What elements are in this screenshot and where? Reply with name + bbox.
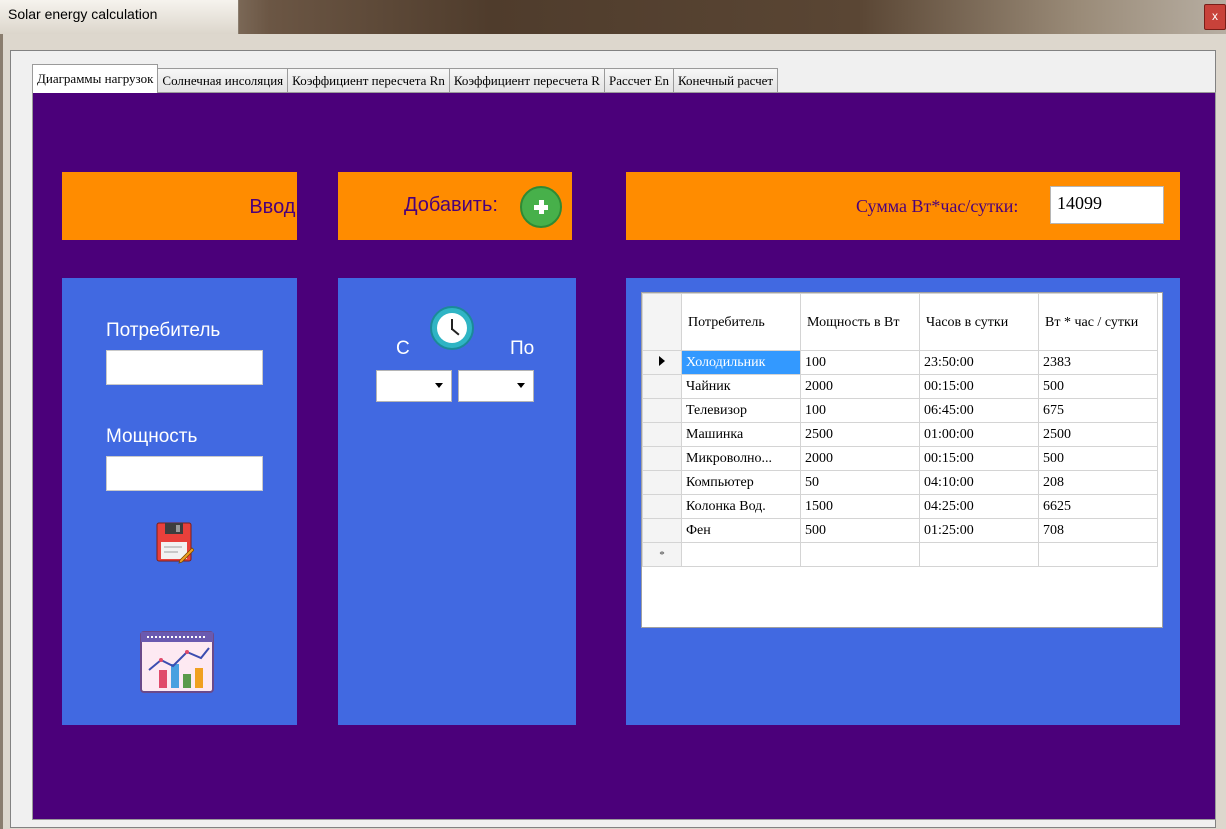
chart-report-icon[interactable] [139,630,215,694]
summary-value-field[interactable]: 14099 [1050,186,1164,224]
new-row-marker: * [642,542,682,567]
grid-cell[interactable]: 2000 [800,446,920,471]
grid-cell[interactable] [1038,542,1158,567]
grid-cell[interactable]: 2500 [1038,422,1158,447]
column-header-hours[interactable]: Часов в сутки [919,293,1039,351]
grid-cell[interactable]: 100 [800,398,920,423]
row-header[interactable] [642,374,682,399]
row-header[interactable] [642,446,682,471]
clock-icon [430,306,474,350]
row-header[interactable] [642,518,682,543]
grid-cell[interactable] [800,542,920,567]
table-row[interactable]: Машинка 2500 01:00:00 2500 [642,422,1158,447]
grid-cell[interactable]: 00:15:00 [919,446,1039,471]
grid-cell[interactable]: 708 [1038,518,1158,543]
to-time-select[interactable] [458,370,534,402]
table-row[interactable]: Микроволно... 2000 00:15:00 500 [642,446,1158,471]
grid-cell[interactable]: 01:00:00 [919,422,1039,447]
tab-load-diagrams[interactable]: Диаграммы нагрузок [32,64,159,93]
to-label: По [510,338,535,359]
grid-cell[interactable]: 04:10:00 [919,470,1039,495]
grid-cell[interactable]: 100 [800,350,920,375]
power-label: Мощность [106,426,198,447]
power-input[interactable] [106,456,263,491]
grid-cell[interactable]: 2000 [800,374,920,399]
consumers-grid[interactable]: Потребитель Мощность в Вт Часов в сутки … [641,292,1163,628]
tab-coefficient-rn[interactable]: Коэффициент пересчета Rn [287,68,450,93]
grid-cell[interactable]: 208 [1038,470,1158,495]
grid-cell[interactable] [681,542,801,567]
from-time-select[interactable] [376,370,452,402]
grid-cell[interactable]: 500 [800,518,920,543]
tab-final-calc[interactable]: Конечный расчет [672,68,779,93]
tab-coefficient-r[interactable]: Коэффициент пересчета R [448,68,605,93]
table-row[interactable]: Компьютер 50 04:10:00 208 [642,470,1158,495]
column-header-consumer[interactable]: Потребитель [681,293,801,351]
table-row[interactable]: Холодильник 100 23:50:00 2383 [642,350,1158,375]
grid-cell[interactable]: Фен [681,518,801,543]
row-header[interactable] [642,398,682,423]
grid-cell[interactable]: Машинка [681,422,801,447]
table-row[interactable]: Колонка Вод. 1500 04:25:00 6625 [642,494,1158,519]
grid-cell[interactable]: 04:25:00 [919,494,1039,519]
add-header: Добавить: [404,194,498,216]
close-button[interactable]: x [1204,4,1226,30]
grid-cell[interactable]: 00:15:00 [919,374,1039,399]
grid-cell[interactable]: 06:45:00 [919,398,1039,423]
grid-cell[interactable]: Компьютер [681,470,801,495]
window-title: Solar energy calculation [8,6,158,22]
consumer-label: Потребитель [106,320,221,341]
current-row-icon [659,356,665,366]
grid-cell[interactable]: 01:25:00 [919,518,1039,543]
row-header[interactable] [642,422,682,447]
table-row[interactable]: Чайник 2000 00:15:00 500 [642,374,1158,399]
grid-cell[interactable]: Телевизор [681,398,801,423]
grid-cell[interactable] [919,542,1039,567]
row-header[interactable] [642,470,682,495]
summary-label: Сумма Вт*час/сутки: [856,196,1019,216]
window-titlebar: Solar energy calculation x [0,0,1226,38]
grid-cell[interactable]: Колонка Вод. [681,494,801,519]
column-header-power[interactable]: Мощность в Вт [800,293,920,351]
grid-cell[interactable]: Чайник [681,374,801,399]
grid-cell[interactable]: Холодильник [681,350,801,375]
plus-circle-icon[interactable] [520,186,562,228]
grid-cell[interactable]: 6625 [1038,494,1158,519]
from-label: С [396,338,410,359]
tab-calc-en[interactable]: Рассчет En [603,68,674,93]
input-header-bar: Ввод: [62,172,301,240]
grid-cell[interactable]: 1500 [800,494,920,519]
input-header: Ввод: [249,196,301,218]
grid-cell[interactable]: 2500 [800,422,920,447]
chevron-down-icon [435,383,443,388]
new-row[interactable]: * [642,542,1158,567]
grid-cell[interactable]: 500 [1038,446,1158,471]
grid-cell[interactable]: 50 [800,470,920,495]
row-header[interactable] [642,494,682,519]
column-header-wh-day[interactable]: Вт * час / сутки [1038,293,1158,351]
tab-solar-insolation[interactable]: Солнечная инсоляция [157,68,289,93]
grid-cell[interactable]: 23:50:00 [919,350,1039,375]
consumer-input[interactable] [106,350,263,385]
tab-strip: Диаграммы нагрузок Солнечная инсоляция К… [32,64,779,93]
grid-corner [642,293,682,351]
grid-cell[interactable]: 500 [1038,374,1158,399]
grid-cell[interactable]: 675 [1038,398,1158,423]
table-row[interactable]: Фен 500 01:25:00 708 [642,518,1158,543]
table-row[interactable]: Телевизор 100 06:45:00 675 [642,398,1158,423]
floppy-disk-edit-icon[interactable] [156,522,194,564]
title-tab: Solar energy calculation [0,0,239,34]
grid-cell[interactable]: 2383 [1038,350,1158,375]
grid-cell[interactable]: Микроволно... [681,446,801,471]
chevron-down-icon [517,383,525,388]
row-header[interactable] [642,350,682,375]
